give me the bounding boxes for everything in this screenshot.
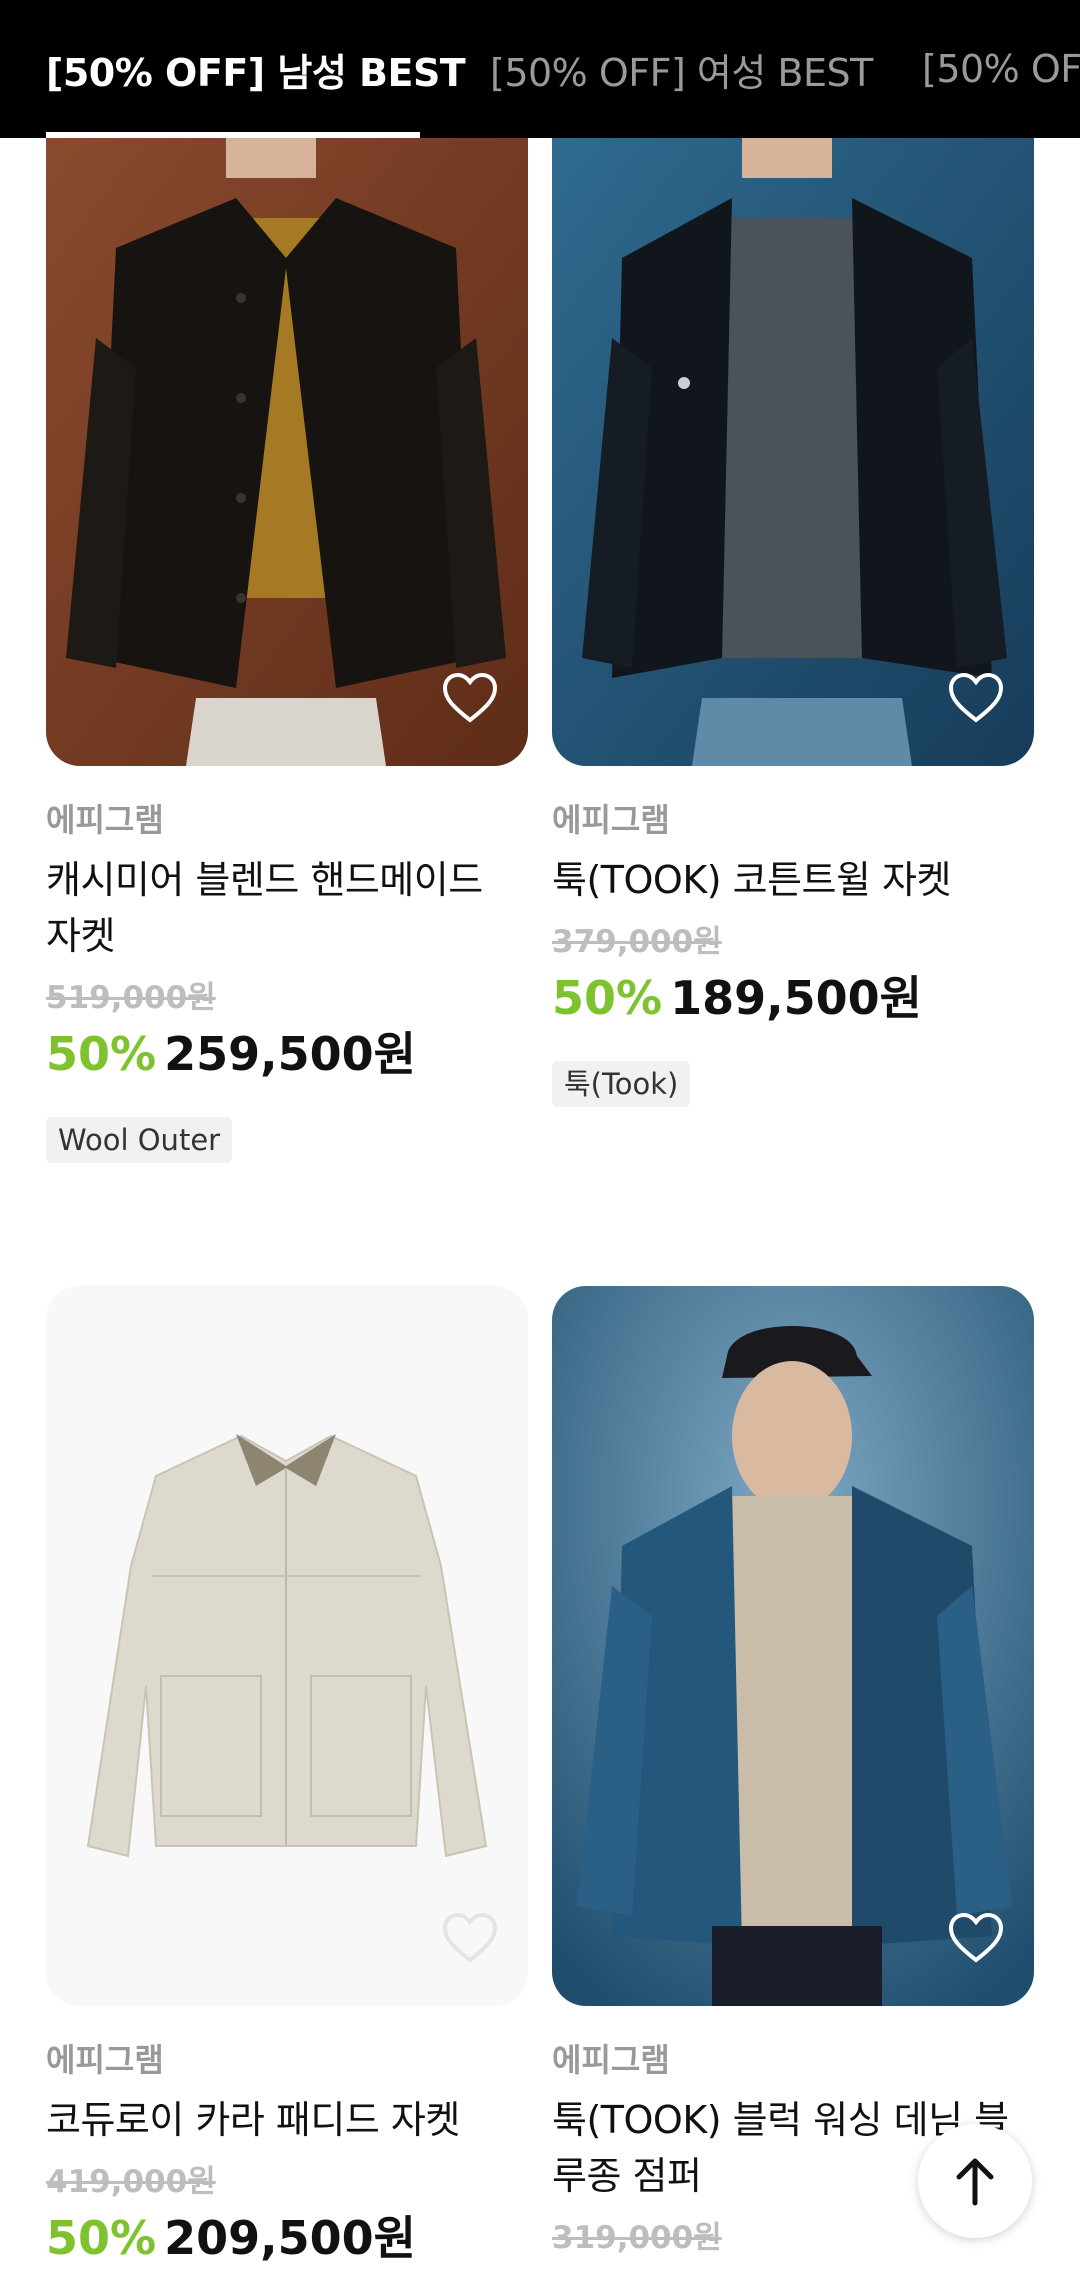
- sale-price: 209,500원: [164, 2211, 416, 2265]
- product-image[interactable]: [46, 138, 528, 766]
- product-image[interactable]: [552, 138, 1034, 766]
- product-image[interactable]: [552, 1286, 1034, 2006]
- price-row: 50% 189,500원: [552, 968, 1034, 1039]
- product-title[interactable]: 캐시미어 블렌드 핸드메이드 자켓: [46, 852, 528, 964]
- product-card[interactable]: 에피그램 툭(TOOK) 블럭 워싱 데님 블루종 점퍼 319,000원: [552, 1286, 1034, 2260]
- product-photo-padded-jacket: [46, 1286, 528, 2006]
- arrow-up-icon: [956, 2158, 994, 2206]
- product-brand: 에피그램: [552, 2041, 670, 2079]
- heart-icon[interactable]: [948, 672, 1004, 724]
- discount-rate: 50%: [46, 2211, 157, 2265]
- original-price: 519,000원: [46, 980, 216, 1016]
- product-tag[interactable]: Wool Outer: [46, 1117, 233, 1163]
- product-brand: 에피그램: [552, 801, 670, 839]
- product-card[interactable]: 에피그램 툭(TOOK) 코튼트윌 자켓 379,000원 50% 189,500…: [552, 138, 1034, 1107]
- sale-price: 189,500원: [670, 971, 922, 1025]
- product-brand: 에피그램: [46, 2041, 164, 2079]
- active-tab-indicator: [46, 132, 420, 138]
- product-card[interactable]: 에피그램 코듀로이 카라 패디드 자켓 419,000원 50% 209,500원: [46, 1286, 528, 2279]
- product-title[interactable]: 툭(TOOK) 코튼트윌 자켓: [552, 852, 1034, 908]
- heart-icon[interactable]: [442, 672, 498, 724]
- tab-next-best[interactable]: [50% OFF: [922, 0, 1080, 138]
- discount-rate: 50%: [552, 971, 663, 1025]
- tab-womens-best[interactable]: [50% OFF] 여성 BEST: [490, 0, 873, 138]
- product-title[interactable]: 코듀로이 카라 패디드 자켓: [46, 2092, 528, 2148]
- price-row: 50% 209,500원: [46, 2208, 528, 2279]
- product-brand: 에피그램: [46, 801, 164, 839]
- tab-mens-best[interactable]: [50% OFF] 남성 BEST: [46, 0, 466, 138]
- category-tab-bar: [50% OFF] 남성 BEST [50% OFF] 여성 BEST [50%…: [0, 0, 1080, 138]
- discount-rate: 50%: [46, 1027, 157, 1081]
- product-image[interactable]: [46, 1286, 528, 2006]
- original-price: 419,000원: [46, 2164, 216, 2200]
- sale-price: 259,500원: [164, 1027, 416, 1081]
- product-photo-denim-blouson: [552, 1286, 1034, 2006]
- heart-icon[interactable]: [442, 1912, 498, 1964]
- scroll-to-top-button[interactable]: [918, 2124, 1032, 2238]
- original-price: 379,000원: [552, 924, 722, 960]
- product-tag[interactable]: 툭(Took): [552, 1061, 691, 1107]
- product-card[interactable]: 에피그램 캐시미어 블렌드 핸드메이드 자켓 519,000원 50% 259,5…: [46, 138, 528, 1163]
- price-row: 50% 259,500원: [46, 1024, 528, 1095]
- heart-icon[interactable]: [948, 1912, 1004, 1964]
